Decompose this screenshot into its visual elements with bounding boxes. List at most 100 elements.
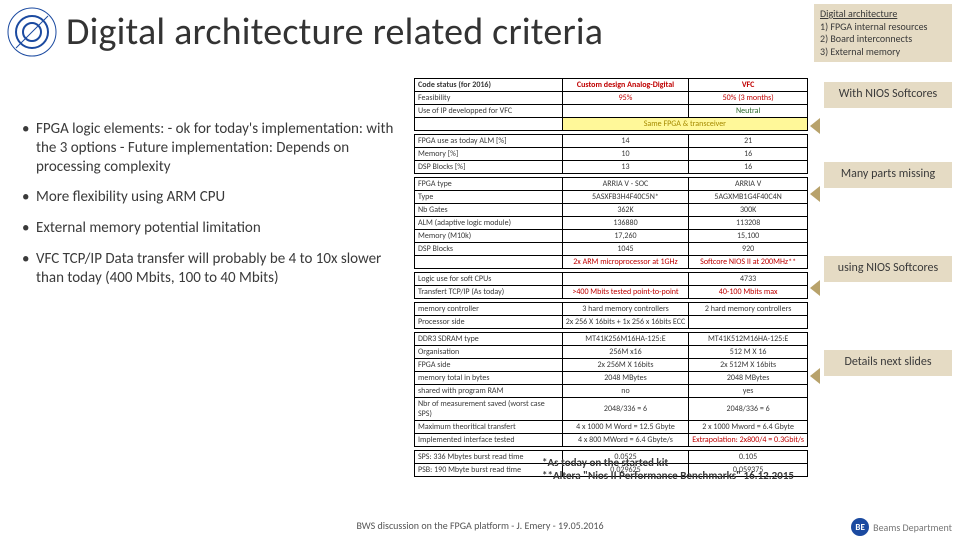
slide-footer: BWS discussion on the FPGA platform - J.…: [0, 519, 960, 532]
top-card-line: 2) Board interconnects: [820, 33, 946, 46]
table-cell: Memory [%]: [415, 148, 563, 161]
table-cell: 13: [562, 161, 689, 174]
table-cell: ALM (adaptive logic module): [415, 217, 563, 230]
table-cell: 3 hard memory controllers: [562, 303, 689, 316]
table-row: Logic use for soft CPUs 4733: [415, 273, 808, 286]
table-cell: no: [562, 385, 689, 398]
table-row: FPGA side2x 256M X 16bits2x 512M X 16bit…: [415, 359, 808, 372]
table-cell: Nbr of measurement saved (worst case SPS…: [415, 398, 563, 421]
table-cell: 2048/336 = 6: [689, 398, 808, 421]
table-cell: FPGA side: [415, 359, 563, 372]
table-cell: VFC: [689, 79, 808, 92]
table-row: Memory [%]1016: [415, 148, 808, 161]
table-cell: 136880: [562, 217, 689, 230]
table-cell: 15,100: [689, 230, 808, 243]
table-cell: Processor side: [415, 316, 563, 329]
table-row: Transfert TCP/IP (As today)>400 Mbits te…: [415, 286, 808, 299]
table-row: Same FPGA & transceiver: [415, 118, 808, 131]
table-cell: 14: [562, 135, 689, 148]
table-row: Nbr of measurement saved (worst case SPS…: [415, 398, 808, 421]
bullet-item: FPGA logic elements: - ok for today's im…: [22, 120, 402, 176]
table-row: Type5ASXFB3H4F40C5N*5AGXMB1G4F40C4N: [415, 191, 808, 204]
table-cell: 4 x 800 MWord = 6.4 Gbyte/s: [562, 434, 689, 447]
table-cell: Transfert TCP/IP (As today): [415, 286, 563, 299]
table-cell: 16: [689, 161, 808, 174]
table-cell: Same FPGA & transceiver: [562, 118, 807, 131]
table-row: DSP Blocks [%]1316: [415, 161, 808, 174]
table-cell: Implemented interface tested: [415, 434, 563, 447]
table-row: 2x ARM microprocessor at 1GHzSoftcore NI…: [415, 256, 808, 269]
table-cell: DSP Blocks [%]: [415, 161, 563, 174]
table-cell: 5ASXFB3H4F40C5N*: [562, 191, 689, 204]
table-cell: Logic use for soft CPUs: [415, 273, 563, 286]
table-cell: 2x 512M X 16bits: [689, 359, 808, 372]
table-cell: >400 Mbits tested point-to-point: [562, 286, 689, 299]
table-cell: Neutral: [689, 105, 808, 118]
table-cell: Feasibility: [415, 92, 563, 105]
table-cell: memory total in bytes: [415, 372, 563, 385]
table-cell: DSP Blocks: [415, 243, 563, 256]
table-row: Code status (for 2016)Custom design Anal…: [415, 79, 808, 92]
callout-box: using NIOS Softcores: [824, 256, 952, 282]
table-cell: 2x 256M X 16bits: [562, 359, 689, 372]
table-row: FPGA typeARRIA V - SOCARRIA V: [415, 178, 808, 191]
table-row: ALM (adaptive logic module)136880113208: [415, 217, 808, 230]
be-icon: BE: [851, 518, 869, 536]
table-row: Memory (M10k)17,26015,100: [415, 230, 808, 243]
table-cell: 21: [689, 135, 808, 148]
footnotes: *As today on the started kit **Altera "N…: [542, 456, 842, 482]
bullet-list: FPGA logic elements: - ok for today's im…: [22, 120, 402, 299]
cern-logo-icon: [6, 6, 58, 58]
beams-dept-badge: BE Beams Department: [851, 518, 952, 536]
table-cell: 95%: [562, 92, 689, 105]
table-cell: 300K: [689, 204, 808, 217]
table-cell: 256M x16: [562, 346, 689, 359]
table-cell: 1045: [562, 243, 689, 256]
table-cell: Memory (M10k): [415, 230, 563, 243]
table-cell: 2048 MBytes: [562, 372, 689, 385]
table-cell: [562, 273, 689, 286]
table-row: Nb Gates362K300K: [415, 204, 808, 217]
table-cell: PSB: 190 Mbyte burst read time: [415, 464, 563, 477]
table-cell: 362K: [562, 204, 689, 217]
table-cell: DDR3 SDRAM type: [415, 333, 563, 346]
table-cell: 2x 256 X 16bits + 1x 256 x 16bits ECC: [562, 316, 689, 329]
table-cell: 2048/336 = 6: [562, 398, 689, 421]
table-cell: 17,260: [562, 230, 689, 243]
table-row: DDR3 SDRAM typeMT41K256M16HA-125:EMT41K5…: [415, 333, 808, 346]
table-cell: Type: [415, 191, 563, 204]
be-label: Beams Department: [873, 521, 952, 534]
table-row: Implemented interface tested4 x 800 MWor…: [415, 434, 808, 447]
table-cell: 2 x 1000 Mword = 6.4 Gbyte: [689, 421, 808, 434]
bullet-item: VFC TCP/IP Data transfer will probably b…: [22, 250, 402, 288]
footnote-line: *As today on the started kit: [542, 456, 842, 469]
arrow-left-icon: [810, 368, 820, 384]
top-card-line: 3) External memory: [820, 46, 946, 59]
table-row: DSP Blocks1045920: [415, 243, 808, 256]
table-cell: FPGA type: [415, 178, 563, 191]
table-cell: 40-100 Mbits max: [689, 286, 808, 299]
table-cell: 4 x 1000 M Word = 12.5 Gbyte: [562, 421, 689, 434]
table-cell: 4733: [689, 273, 808, 286]
table-cell: [689, 316, 808, 329]
table-row: memory controller3 hard memory controlle…: [415, 303, 808, 316]
table-cell: Softcore NIOS II at 200MHz**: [689, 256, 808, 269]
table-cell: 2 hard memory controllers: [689, 303, 808, 316]
table-cell: Code status (for 2016): [415, 79, 563, 92]
callout-box: Details next slides: [824, 350, 952, 376]
table-cell: yes: [689, 385, 808, 398]
table-cell: 512 M X 16: [689, 346, 808, 359]
table-cell: FPGA use as today ALM [%]: [415, 135, 563, 148]
table-cell: [415, 256, 563, 269]
table-row: shared with program RAMnoyes: [415, 385, 808, 398]
table-row: Use of IP developped for VFCNeutral: [415, 105, 808, 118]
top-card-heading: Digital architecture: [820, 8, 946, 21]
table-cell: SPS: 336 Mbytes burst read time: [415, 451, 563, 464]
table-cell: 113208: [689, 217, 808, 230]
table-cell: [415, 118, 563, 131]
table-cell: Maximum theoritical transfert: [415, 421, 563, 434]
table-cell: 2048 MBytes: [689, 372, 808, 385]
callout-box: Many parts missing: [824, 162, 952, 188]
table-cell: [562, 105, 689, 118]
table-cell: ARRIA V: [689, 178, 808, 191]
